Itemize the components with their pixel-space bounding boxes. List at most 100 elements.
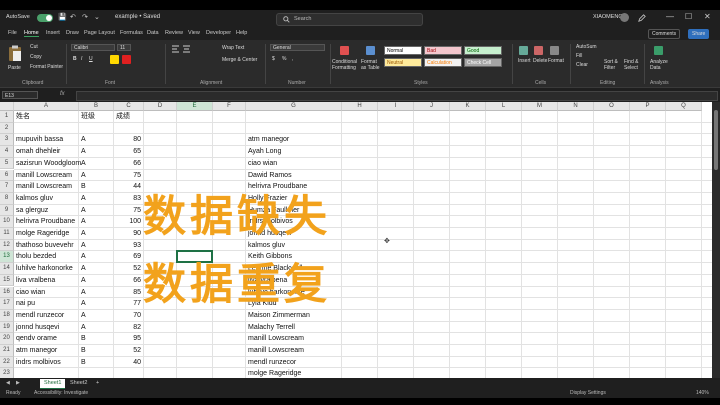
cell-c19[interactable]: 82 (114, 322, 141, 334)
user-name[interactable]: XIAOMENG (593, 14, 623, 20)
column-header-q[interactable]: Q (666, 102, 702, 111)
search-box[interactable]: Search (276, 13, 423, 26)
column-header-h[interactable]: H (342, 102, 378, 111)
cell-a10[interactable]: helrivra Proudbane (16, 216, 75, 228)
cell-a22[interactable]: indrs molbivos (16, 357, 61, 369)
conditional-formatting-icon[interactable] (340, 46, 349, 55)
share-button[interactable]: Share (688, 29, 710, 39)
cell-c9[interactable]: 75 (114, 205, 141, 217)
cell-a4[interactable]: omah dhehleir (16, 146, 60, 158)
tab-help[interactable]: Help (236, 30, 247, 36)
cell-a9[interactable]: sa glerguz (16, 205, 48, 217)
row-header[interactable]: 9 (0, 204, 14, 217)
number-format-select[interactable]: General (270, 44, 325, 51)
sort-filter-button[interactable]: Sort & Filter (604, 59, 622, 71)
cell-a18[interactable]: mendl runzecor (16, 310, 64, 322)
cut-button[interactable]: Cut (30, 44, 38, 50)
comma-button[interactable]: , (292, 56, 293, 62)
row-header[interactable]: 7 (0, 181, 14, 193)
tab-view[interactable]: View (188, 30, 200, 36)
display-settings[interactable]: Display Settings (570, 390, 606, 396)
row-header[interactable]: 8 (0, 192, 14, 205)
column-header-c[interactable]: C (114, 102, 144, 111)
paste-icon[interactable] (8, 45, 22, 62)
formula-input[interactable] (76, 91, 718, 101)
column-header-b[interactable]: B (79, 102, 114, 111)
cell-c11[interactable]: 90 (114, 228, 141, 240)
fill-button[interactable]: Fill (576, 53, 582, 59)
font-size-select[interactable]: 11 (117, 44, 131, 51)
cell-a8[interactable]: kalmos gluv (16, 193, 53, 205)
cell-b15[interactable]: A (81, 275, 86, 287)
accessibility-status[interactable]: Accessibility: Investigate (34, 390, 88, 396)
cell-g19[interactable]: Malachy Terrell (248, 322, 295, 334)
sheet-tab-sheet2[interactable]: Sheet2 (66, 379, 91, 388)
cell-b5[interactable]: A (81, 158, 86, 170)
cell-a12[interactable]: thathoso buvevehr (16, 240, 74, 252)
underline-button[interactable]: U (89, 56, 93, 62)
analyze-data-button[interactable]: Analyze Data (650, 59, 670, 71)
avatar[interactable] (620, 13, 629, 22)
column-header-l[interactable]: L (486, 102, 522, 111)
row-header[interactable]: 21 (0, 345, 14, 357)
undo-icon[interactable]: ↶ (70, 13, 76, 21)
row-header[interactable]: 22 (0, 356, 14, 369)
cell-b13[interactable]: A (81, 251, 86, 263)
cell-c21[interactable]: 52 (114, 345, 141, 357)
cell-b21[interactable]: B (81, 345, 86, 357)
cell-b4[interactable]: A (81, 146, 86, 158)
comments-button[interactable]: Comments (648, 29, 681, 39)
row-header[interactable]: 6 (0, 169, 14, 182)
cell-a15[interactable]: liva vralbena (16, 275, 55, 287)
column-header-o[interactable]: O (594, 102, 630, 111)
column-header-k[interactable]: K (450, 102, 486, 111)
delete-cells-button[interactable]: Delete (533, 58, 547, 64)
row-header[interactable]: 3 (0, 134, 14, 147)
italic-button[interactable]: I (81, 56, 82, 62)
cell-c10[interactable]: 100 (114, 216, 141, 228)
autosum-button[interactable]: AutoSum (576, 44, 597, 50)
tab-draw[interactable]: Draw (66, 30, 79, 36)
select-all-corner[interactable] (0, 102, 14, 111)
column-header-j[interactable]: J (414, 102, 450, 111)
document-title[interactable]: example • Saved (115, 14, 160, 20)
format-as-table-icon[interactable] (366, 46, 375, 55)
analyze-data-icon[interactable] (654, 46, 663, 55)
name-box[interactable]: E13 (2, 91, 38, 99)
cell-g23[interactable]: molge Rageridge (248, 368, 301, 378)
cell-a14[interactable]: luhilve harkonorke (16, 263, 73, 275)
minimize-button[interactable]: — (666, 12, 674, 21)
cell-g21[interactable]: manill Lowscream (248, 345, 304, 357)
cell-b12[interactable]: A (81, 240, 86, 252)
cell-a19[interactable]: jonnd husqevi (16, 322, 59, 334)
worksheet-grid[interactable]: A B C D E F G H I J K L M N O P Q 1 姓名 班级 成绩 2 3 mupuvih bassa A… (0, 102, 712, 378)
format-painter-button[interactable]: Format Painter (30, 64, 63, 70)
tab-developer[interactable]: Developer (206, 30, 231, 36)
maximize-button[interactable]: ☐ (685, 12, 692, 21)
prev-sheet-icon[interactable]: ◀ (6, 380, 10, 386)
autosave-toggle[interactable] (37, 14, 53, 22)
row-header[interactable]: 10 (0, 216, 14, 228)
row-header[interactable]: 16 (0, 286, 14, 299)
clear-button[interactable]: Clear (576, 62, 588, 68)
cell-a7[interactable]: manill Lowscream (16, 181, 72, 193)
cell-b10[interactable]: A (81, 216, 86, 228)
column-header-e[interactable]: E (177, 102, 213, 111)
cell-style-check-cell[interactable]: Check Cell (464, 58, 502, 67)
cell-c13[interactable]: 69 (114, 251, 141, 263)
cell-c22[interactable]: 40 (114, 357, 141, 369)
find-select-button[interactable]: Find & Select (624, 59, 642, 71)
row-header[interactable]: 18 (0, 309, 14, 322)
insert-cells-icon[interactable] (519, 46, 528, 55)
tab-formulas[interactable]: Formulas (120, 30, 143, 36)
cell-g20[interactable]: manill Lowscream (248, 333, 304, 345)
cell-b8[interactable]: A (81, 193, 86, 205)
row-header[interactable]: 14 (0, 263, 14, 275)
row-header[interactable]: 20 (0, 333, 14, 345)
cell-c17[interactable]: 77 (114, 298, 141, 310)
row-header[interactable]: 1 (0, 111, 14, 123)
column-header-a[interactable]: A (14, 102, 79, 111)
column-header-g[interactable]: G (246, 102, 342, 111)
cell-a20[interactable]: qendv orame (16, 333, 57, 345)
column-header-n[interactable]: N (558, 102, 594, 111)
